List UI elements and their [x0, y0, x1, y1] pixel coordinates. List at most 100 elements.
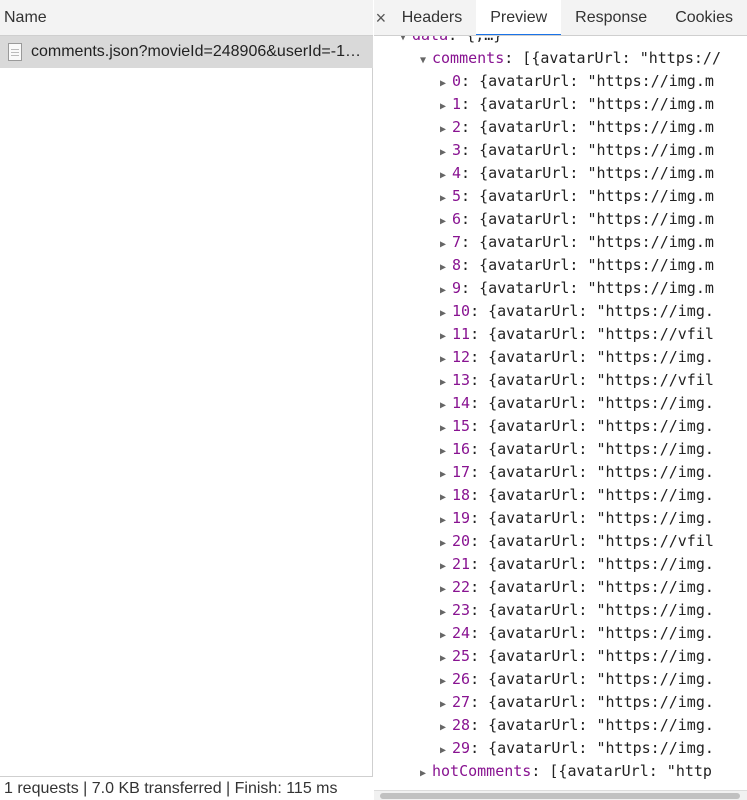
item-value: : {avatarUrl: "https://img.m [461, 164, 714, 182]
tree-node-item[interactable]: ▶ 9: {avatarUrl: "https://img.m [374, 277, 747, 300]
collapsed-triangle-icon[interactable]: ▶ [440, 440, 452, 463]
collapsed-triangle-icon[interactable]: ▶ [440, 532, 452, 555]
collapsed-triangle-icon[interactable]: ▶ [440, 463, 452, 486]
item-value: : {avatarUrl: "https://img.m [461, 279, 714, 297]
tree-node-item[interactable]: ▶ 25: {avatarUrl: "https://img. [374, 645, 747, 668]
item-value: : {avatarUrl: "https://img.m [461, 187, 714, 205]
request-detail-panel: × Headers Preview Response Cookies ▼data… [374, 0, 747, 800]
collapsed-triangle-icon[interactable]: ▶ [420, 762, 432, 785]
tree-node-item[interactable]: ▶ 19: {avatarUrl: "https://img. [374, 507, 747, 530]
node-value: : [{avatarUrl: "http [531, 762, 712, 780]
item-value: : {avatarUrl: "https://img. [470, 509, 714, 527]
tree-node-item[interactable]: ▶ 7: {avatarUrl: "https://img.m [374, 231, 747, 254]
item-index: 27 [452, 693, 471, 711]
collapsed-triangle-icon[interactable]: ▶ [440, 670, 452, 693]
item-value: : {avatarUrl: "https://img. [470, 739, 714, 757]
tree-node-item[interactable]: ▶ 18: {avatarUrl: "https://img. [374, 484, 747, 507]
tree-node-item[interactable]: ▶ 22: {avatarUrl: "https://img. [374, 576, 747, 599]
tree-node-data[interactable]: ▼data: {,…} [374, 36, 747, 47]
request-list-panel: Name comments.json?movieId=248906&userId… [0, 0, 373, 800]
tree-node-item[interactable]: ▶ 2: {avatarUrl: "https://img.m [374, 116, 747, 139]
item-index: 0 [452, 72, 462, 90]
collapsed-triangle-icon[interactable]: ▶ [440, 256, 452, 279]
collapsed-triangle-icon[interactable]: ▶ [440, 555, 452, 578]
tree-node-item[interactable]: ▶ 10: {avatarUrl: "https://img. [374, 300, 747, 323]
item-value: : {avatarUrl: "https://img. [470, 440, 714, 458]
scrollbar-thumb[interactable] [380, 793, 740, 799]
tree-node-item[interactable]: ▶ 0: {avatarUrl: "https://img.m [374, 70, 747, 93]
collapsed-triangle-icon[interactable]: ▶ [440, 417, 452, 440]
tab-cookies[interactable]: Cookies [661, 0, 747, 35]
collapsed-triangle-icon[interactable]: ▶ [440, 486, 452, 509]
collapsed-triangle-icon[interactable]: ▶ [440, 325, 452, 348]
collapsed-triangle-icon[interactable]: ▶ [440, 693, 452, 716]
collapsed-triangle-icon[interactable]: ▶ [440, 578, 452, 601]
tree-node-item[interactable]: ▶ 8: {avatarUrl: "https://img.m [374, 254, 747, 277]
horizontal-scrollbar[interactable] [374, 790, 747, 800]
item-index: 13 [452, 371, 471, 389]
collapsed-triangle-icon[interactable]: ▶ [440, 72, 452, 95]
tab-headers[interactable]: Headers [388, 0, 476, 35]
item-value: : {avatarUrl: "https://img.m [461, 233, 714, 251]
tree-node-item[interactable]: ▶ 4: {avatarUrl: "https://img.m [374, 162, 747, 185]
collapsed-triangle-icon[interactable]: ▶ [440, 279, 452, 302]
tree-node-item[interactable]: ▶ 12: {avatarUrl: "https://img. [374, 346, 747, 369]
tree-node-item[interactable]: ▶ 29: {avatarUrl: "https://img. [374, 737, 747, 760]
tree-node-item[interactable]: ▶ 24: {avatarUrl: "https://img. [374, 622, 747, 645]
tree-node-item[interactable]: ▶ 11: {avatarUrl: "https://vfil [374, 323, 747, 346]
request-row[interactable]: comments.json?movieId=248906&userId=-1&o… [0, 36, 373, 68]
tree-node-item[interactable]: ▶ 21: {avatarUrl: "https://img. [374, 553, 747, 576]
node-key: data [412, 36, 448, 44]
collapsed-triangle-icon[interactable]: ▶ [440, 716, 452, 739]
tree-node-item[interactable]: ▶ 27: {avatarUrl: "https://img. [374, 691, 747, 714]
tree-node-comments[interactable]: ▼ comments: [{avatarUrl: "https:// [374, 47, 747, 70]
item-index: 22 [452, 578, 471, 596]
collapsed-triangle-icon[interactable]: ▶ [440, 187, 452, 210]
item-index: 10 [452, 302, 471, 320]
collapsed-triangle-icon[interactable]: ▶ [440, 739, 452, 762]
collapsed-triangle-icon[interactable]: ▶ [440, 141, 452, 164]
name-column-header[interactable]: Name [0, 0, 373, 36]
collapsed-triangle-icon[interactable]: ▶ [440, 624, 452, 647]
item-value: : {avatarUrl: "https://img.m [461, 118, 714, 136]
close-icon[interactable]: × [374, 0, 388, 35]
collapsed-triangle-icon[interactable]: ▶ [440, 164, 452, 187]
collapsed-triangle-icon[interactable]: ▶ [440, 118, 452, 141]
tree-node-item[interactable]: ▶ 15: {avatarUrl: "https://img. [374, 415, 747, 438]
collapsed-triangle-icon[interactable]: ▶ [440, 348, 452, 371]
collapsed-triangle-icon[interactable]: ▶ [440, 371, 452, 394]
tree-node-item[interactable]: ▶ 17: {avatarUrl: "https://img. [374, 461, 747, 484]
collapsed-triangle-icon[interactable]: ▶ [440, 233, 452, 256]
collapsed-triangle-icon[interactable]: ▶ [440, 210, 452, 233]
collapsed-triangle-icon[interactable]: ▶ [440, 601, 452, 624]
network-summary: 1 requests | 7.0 KB transferred | Finish… [0, 776, 373, 800]
expanded-triangle-icon[interactable]: ▼ [420, 49, 432, 72]
tree-node-item[interactable]: ▶ 14: {avatarUrl: "https://img. [374, 392, 747, 415]
tree-node-item[interactable]: ▶ 3: {avatarUrl: "https://img.m [374, 139, 747, 162]
tree-node-item[interactable]: ▶ 6: {avatarUrl: "https://img.m [374, 208, 747, 231]
detail-tabbar: × Headers Preview Response Cookies [374, 0, 747, 36]
collapsed-triangle-icon[interactable]: ▶ [440, 95, 452, 118]
tab-preview[interactable]: Preview [476, 0, 562, 35]
tree-node-item[interactable]: ▶ 16: {avatarUrl: "https://img. [374, 438, 747, 461]
tree-node-item[interactable]: ▶ 20: {avatarUrl: "https://vfil [374, 530, 747, 553]
item-value: : {avatarUrl: "https://vfil [470, 325, 714, 343]
tree-node-item[interactable]: ▶ 28: {avatarUrl: "https://img. [374, 714, 747, 737]
collapsed-triangle-icon[interactable]: ▶ [440, 394, 452, 417]
tree-node-item[interactable]: ▶ 23: {avatarUrl: "https://img. [374, 599, 747, 622]
tree-node-hotcomments[interactable]: ▶ hotComments: [{avatarUrl: "http [374, 760, 747, 783]
collapsed-triangle-icon[interactable]: ▶ [440, 302, 452, 325]
tree-node-item[interactable]: ▶ 26: {avatarUrl: "https://img. [374, 668, 747, 691]
collapsed-triangle-icon[interactable]: ▶ [440, 647, 452, 670]
tree-node-item[interactable]: ▶ 13: {avatarUrl: "https://vfil [374, 369, 747, 392]
item-index: 15 [452, 417, 471, 435]
item-value: : {avatarUrl: "https://vfil [470, 371, 714, 389]
tree-node-item[interactable]: ▶ 1: {avatarUrl: "https://img.m [374, 93, 747, 116]
item-index: 6 [452, 210, 462, 228]
tree-node-item[interactable]: ▶ 5: {avatarUrl: "https://img.m [374, 185, 747, 208]
tab-response[interactable]: Response [561, 0, 661, 35]
item-value: : {avatarUrl: "https://img. [470, 716, 714, 734]
item-index: 4 [452, 164, 462, 182]
item-value: : {avatarUrl: "https://img. [470, 302, 714, 320]
collapsed-triangle-icon[interactable]: ▶ [440, 509, 452, 532]
